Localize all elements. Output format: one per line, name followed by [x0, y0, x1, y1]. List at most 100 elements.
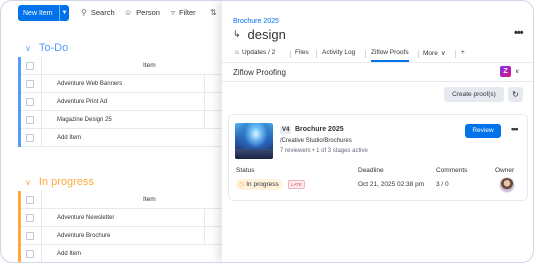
table-row[interactable]: Adventure Print Ad: [21, 93, 236, 111]
tab-label: Activity Log: [322, 49, 356, 56]
deadline-value: Oct 21, 2025 02:38 pm: [358, 181, 425, 188]
select-all-checkbox[interactable]: [26, 61, 34, 70]
column-divider: [204, 209, 205, 226]
add-item-row[interactable]: Add Item: [21, 129, 236, 147]
proof-name[interactable]: Brochure 2025: [295, 126, 344, 133]
row-checkbox[interactable]: [26, 231, 34, 240]
status-column-header: Status: [236, 167, 255, 174]
group-title-in-progress[interactable]: ∨ In progress: [25, 176, 94, 188]
item-title-row: ↳ design: [233, 27, 286, 42]
table-row[interactable]: Adventure Newsletter: [21, 209, 236, 227]
new-item-label[interactable]: New Item: [18, 10, 59, 17]
proof-folder-path[interactable]: /Creative Studio/Brochures: [280, 138, 352, 144]
table-row[interactable]: Adventure Brochure: [21, 227, 236, 245]
tab-divider: [316, 50, 317, 58]
proof-reviewers-summary: 7 reviewers • 1 of 3 stages active: [280, 148, 368, 154]
table-header: Item: [21, 57, 236, 75]
ziflow-logo-icon[interactable]: Z: [500, 66, 511, 77]
add-item-input[interactable]: Add Item: [57, 251, 81, 257]
column-divider: [41, 245, 42, 262]
person-filter-button[interactable]: ☺ Person: [124, 8, 160, 17]
plus-icon: +: [461, 49, 465, 56]
item-column-header: Item: [143, 196, 156, 203]
column-divider: [204, 93, 205, 110]
column-divider: [204, 227, 205, 244]
tab-label: Files: [295, 49, 309, 56]
filter-button[interactable]: ▿ Filter: [171, 8, 196, 17]
new-item-button[interactable]: New Item ▼: [18, 5, 69, 21]
sort-button[interactable]: ⇅: [210, 8, 217, 17]
add-item-row[interactable]: Add Item: [21, 245, 236, 262]
tab-ziflow-proofs[interactable]: Ziflow Proofs: [371, 49, 409, 62]
table-row[interactable]: Adventure Web Banners: [21, 75, 236, 93]
column-divider: [41, 227, 42, 244]
column-divider: [204, 111, 205, 128]
item-name[interactable]: Adventure Web Banners: [57, 81, 122, 87]
tab-label: Updates / 2: [241, 49, 276, 56]
item-name[interactable]: Magazine Design 25: [57, 117, 112, 123]
column-divider: [41, 129, 42, 146]
person-label: Person: [136, 8, 160, 17]
row-checkbox[interactable]: [26, 97, 34, 106]
tab-files[interactable]: Files: [295, 49, 309, 56]
more-options-icon[interactable]: •••: [511, 124, 519, 134]
item-side-panel: Brochure 2025 ↳ design ••• ⌂ Updates / 2…: [222, 1, 533, 262]
row-checkbox[interactable]: [26, 115, 34, 124]
tab-divider: [418, 50, 419, 58]
item-name[interactable]: Adventure Print Ad: [57, 99, 107, 105]
table-row[interactable]: Magazine Design 25: [21, 111, 236, 129]
item-name[interactable]: Adventure Brochure: [57, 233, 110, 239]
comments-column-header: Comments: [436, 167, 468, 174]
chevron-down-icon[interactable]: ∨: [515, 68, 519, 75]
column-divider: [41, 111, 42, 128]
group-name[interactable]: In progress: [39, 176, 94, 188]
column-divider: [41, 93, 42, 110]
item-name[interactable]: Adventure Newsletter: [57, 215, 114, 221]
add-item-input[interactable]: Add Item: [57, 135, 81, 141]
tab-label: More: [423, 49, 438, 57]
tab-divider: [455, 50, 456, 58]
avatar[interactable]: [499, 177, 515, 193]
breadcrumb[interactable]: Brochure 2025: [233, 18, 279, 25]
person-icon: ☺: [124, 8, 133, 17]
tab-divider: [365, 50, 366, 58]
tab-activity-log[interactable]: Activity Log: [322, 49, 355, 56]
home-icon: ⌂: [235, 49, 239, 56]
column-divider: [41, 191, 42, 208]
column-divider: [41, 57, 42, 74]
item-column-header: Item: [143, 62, 156, 69]
version-badge: V4: [280, 126, 292, 134]
search-label: Search: [90, 8, 115, 17]
tab-more[interactable]: More ∨: [423, 49, 446, 58]
chevron-down-icon[interactable]: ∨: [25, 178, 31, 187]
row-checkbox[interactable]: [26, 213, 34, 222]
row-checkbox[interactable]: [26, 249, 34, 258]
status-badge: ◷ In progress: [236, 179, 283, 190]
search-button[interactable]: ⚲ Search: [81, 8, 115, 17]
filter-label: Filter: [179, 8, 196, 17]
filter-icon: ▿: [171, 8, 176, 17]
add-view-button[interactable]: +: [461, 49, 465, 56]
select-all-checkbox[interactable]: [26, 195, 34, 204]
proof-thumbnail[interactable]: [235, 123, 273, 159]
refresh-icon[interactable]: ↻: [508, 87, 523, 102]
panel-tabs: ⌂ Updates / 2 Files Activity Log Ziflow …: [222, 45, 533, 63]
tab-updates[interactable]: ⌂ Updates / 2: [235, 49, 275, 56]
status-label: In progress: [246, 181, 279, 188]
group-name[interactable]: To-Do: [39, 42, 68, 54]
row-checkbox[interactable]: [26, 79, 34, 88]
chevron-down-icon[interactable]: ∨: [25, 44, 31, 53]
divider: [222, 81, 533, 82]
tab-divider: [290, 50, 291, 58]
page-title[interactable]: design: [248, 27, 286, 42]
row-checkbox[interactable]: [26, 133, 34, 142]
clock-icon: ◷: [239, 182, 245, 188]
review-button[interactable]: Review: [465, 124, 501, 138]
chevron-down-icon: ∨: [440, 50, 446, 57]
chevron-down-icon[interactable]: ▼: [60, 10, 69, 16]
deadline-column-header: Deadline: [358, 167, 384, 174]
more-options-icon[interactable]: •••: [514, 27, 524, 39]
group-title-todo[interactable]: ∨ To-Do: [25, 42, 68, 54]
create-proof-button[interactable]: Create proof(s): [444, 87, 504, 102]
column-divider: [204, 75, 205, 92]
